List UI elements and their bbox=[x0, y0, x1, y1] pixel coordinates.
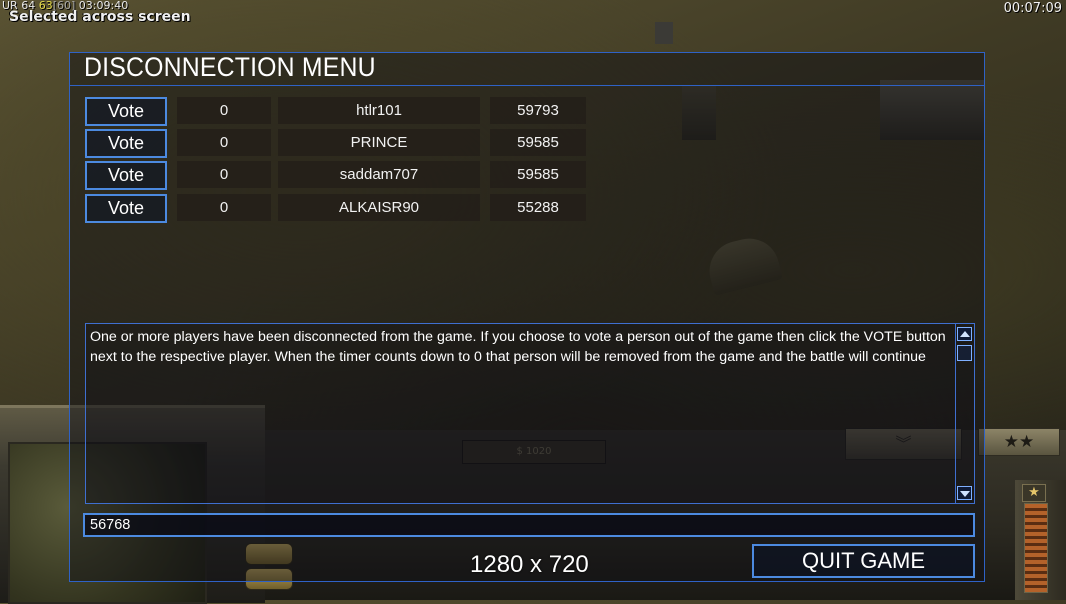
vote-count: 0 bbox=[177, 194, 271, 221]
game-timer: 00:07:09 bbox=[1003, 1, 1062, 16]
water-tower bbox=[655, 22, 673, 44]
quit-game-button[interactable]: QUIT GAME bbox=[752, 544, 975, 578]
vote-count: 0 bbox=[177, 129, 271, 156]
scroll-up-icon[interactable] bbox=[957, 327, 972, 341]
vote-button[interactable]: Vote bbox=[85, 97, 167, 126]
general-star-icon[interactable]: ★ bbox=[1022, 484, 1046, 502]
dialog-title: DISCONNECTION MENU bbox=[84, 52, 376, 82]
message-box[interactable]: One or more players have been disconnect… bbox=[85, 323, 975, 504]
disconnection-dialog: DISCONNECTION MENU Vote 0 htlr101 59793 … bbox=[69, 52, 985, 582]
vote-button[interactable]: Vote bbox=[85, 129, 167, 158]
vote-button[interactable]: Vote bbox=[85, 194, 167, 223]
player-timer: 59585 bbox=[490, 161, 586, 188]
title-divider bbox=[70, 85, 984, 86]
player-name: htlr101 bbox=[278, 97, 480, 124]
message-scrollbar[interactable] bbox=[955, 324, 974, 503]
player-timer: 59585 bbox=[490, 129, 586, 156]
player-timer: 55288 bbox=[490, 194, 586, 221]
vote-button[interactable]: Vote bbox=[85, 161, 167, 190]
player-timer: 59793 bbox=[490, 97, 586, 124]
rank-stars-icon: ★★ bbox=[978, 428, 1060, 456]
selection-message: Selected across screen bbox=[9, 9, 191, 25]
scroll-down-icon[interactable] bbox=[957, 486, 972, 500]
player-name: ALKAISR90 bbox=[278, 194, 480, 221]
scroll-thumb[interactable] bbox=[957, 345, 972, 361]
power-bar bbox=[1024, 503, 1048, 593]
player-name: saddam707 bbox=[278, 161, 480, 188]
resolution-label: 1280 x 720 bbox=[470, 551, 589, 578]
vote-count: 0 bbox=[177, 161, 271, 188]
vote-count: 0 bbox=[177, 97, 271, 124]
chat-input[interactable]: 56768 bbox=[83, 513, 975, 537]
disconnection-message: One or more players have been disconnect… bbox=[90, 329, 946, 365]
player-name: PRINCE bbox=[278, 129, 480, 156]
